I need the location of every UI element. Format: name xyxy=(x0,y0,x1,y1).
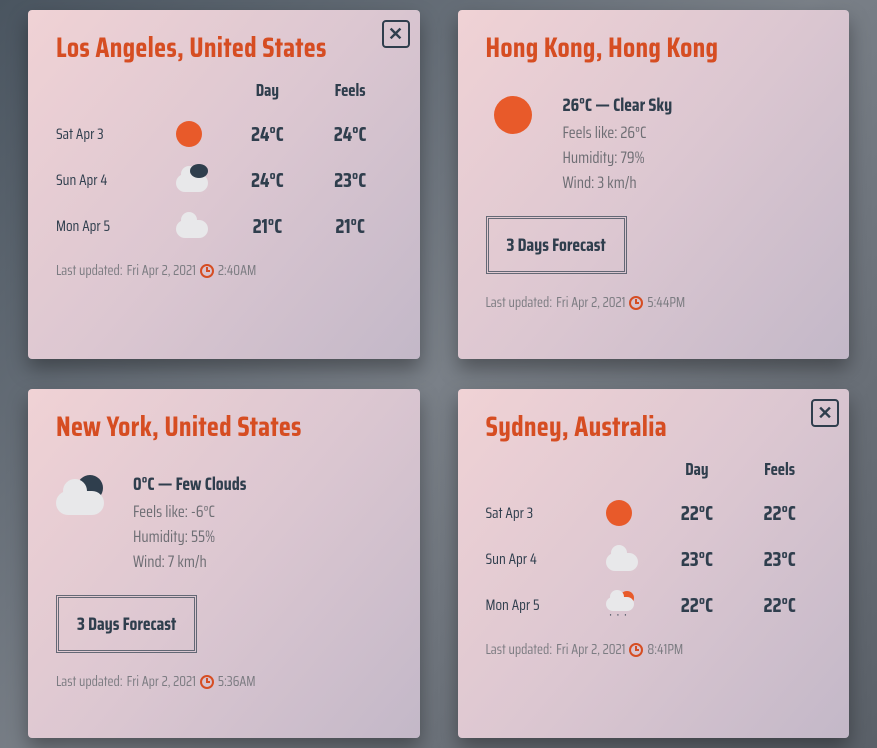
forecast-header: Day Feels xyxy=(486,457,822,483)
close-button[interactable]: ✕ xyxy=(382,20,410,48)
forecast-row: Mon Apr 5 21°C 21°C xyxy=(56,210,392,242)
forecast-temp-day: 23°C xyxy=(656,543,739,575)
forecast-date: Sat Apr 3 xyxy=(56,122,176,146)
forecast-temp-feels: 21°C xyxy=(309,210,392,242)
clock-icon xyxy=(200,264,214,278)
current-headline: 0°C — Few Clouds xyxy=(133,471,246,499)
forecast-temp-feels: 23°C xyxy=(738,543,821,575)
col-day-label: Day xyxy=(656,457,739,483)
forecast-row: Sat Apr 3 22°C 22°C xyxy=(486,497,822,529)
last-updated: Last updated: Fri Apr 2, 2021 8:41PM xyxy=(486,639,822,661)
forecast-date: Mon Apr 5 xyxy=(56,214,176,238)
current-weather: 26°C — Clear Sky Feels like: 26°C Humidi… xyxy=(486,92,822,196)
city-title: Hong Kong, Hong Kong xyxy=(486,32,822,64)
current-wind: Wind: 3 km/h xyxy=(563,172,673,197)
sun-icon xyxy=(176,121,202,147)
sun-icon xyxy=(494,96,532,134)
city-title: Sydney, Australia xyxy=(486,411,822,443)
forecast-row: Sat Apr 3 24°C 24°C xyxy=(56,118,392,150)
weather-card-new-york: New York, United States 0°C — Few Clouds… xyxy=(28,389,420,738)
cloud-icon xyxy=(176,220,208,238)
col-day-label: Day xyxy=(226,78,309,104)
forecast-temp-day: 22°C xyxy=(656,497,739,529)
forecast-button[interactable]: 3 Days Forecast xyxy=(56,595,197,653)
last-updated: Last updated: Fri Apr 2, 2021 2:40AM xyxy=(56,260,392,282)
few-clouds-icon xyxy=(56,475,111,515)
close-icon: ✕ xyxy=(817,404,832,422)
close-icon: ✕ xyxy=(388,25,403,43)
col-feels-label: Feels xyxy=(738,457,821,483)
weather-card-sydney: ✕ Sydney, Australia Day Feels Sat Apr 3 … xyxy=(458,389,850,738)
forecast-row: Sun Apr 4 23°C 23°C xyxy=(486,543,822,575)
current-humidity: Humidity: 79% xyxy=(563,147,673,172)
current-wind: Wind: 7 km/h xyxy=(133,551,246,576)
forecast-row: Mon Apr 5 • • • 22°C 22°C xyxy=(486,589,822,621)
forecast-temp-feels: 22°C xyxy=(738,497,821,529)
col-feels-label: Feels xyxy=(309,78,392,104)
cloud-icon xyxy=(606,553,638,571)
sun-icon xyxy=(606,500,632,526)
weather-card-hong-kong: Hong Kong, Hong Kong 26°C — Clear Sky Fe… xyxy=(458,10,850,359)
cloud-dark-icon xyxy=(176,174,208,192)
current-feels: Feels like: -6°C xyxy=(133,501,246,526)
forecast-temp-feels: 24°C xyxy=(309,118,392,150)
last-updated: Last updated: Fri Apr 2, 2021 5:44PM xyxy=(486,292,822,314)
forecast-temp-feels: 22°C xyxy=(738,589,821,621)
forecast-date: Sun Apr 4 xyxy=(486,547,606,571)
forecast-temp-day: 24°C xyxy=(226,164,309,196)
snow-icon: • • • xyxy=(606,591,638,619)
forecast-date: Sun Apr 4 xyxy=(56,168,176,192)
clock-icon xyxy=(629,296,643,310)
current-feels: Feels like: 26°C xyxy=(563,122,673,147)
forecast-row: Sun Apr 4 24°C 23°C xyxy=(56,164,392,196)
forecast-header: Day Feels xyxy=(56,78,392,104)
current-humidity: Humidity: 55% xyxy=(133,526,246,551)
forecast-date: Sat Apr 3 xyxy=(486,501,606,525)
weather-card-los-angeles: ✕ Los Angeles, United States Day Feels S… xyxy=(28,10,420,359)
close-button[interactable]: ✕ xyxy=(811,399,839,427)
forecast-temp-day: 22°C xyxy=(656,589,739,621)
forecast-temp-day: 21°C xyxy=(226,210,309,242)
last-updated: Last updated: Fri Apr 2, 2021 5:36AM xyxy=(56,671,392,693)
forecast-date: Mon Apr 5 xyxy=(486,593,606,617)
city-title: New York, United States xyxy=(56,411,392,443)
forecast-temp-feels: 23°C xyxy=(309,164,392,196)
current-headline: 26°C — Clear Sky xyxy=(563,92,673,120)
forecast-button[interactable]: 3 Days Forecast xyxy=(486,216,627,274)
forecast-temp-day: 24°C xyxy=(226,118,309,150)
clock-icon xyxy=(200,675,214,689)
city-title: Los Angeles, United States xyxy=(56,32,392,64)
current-weather: 0°C — Few Clouds Feels like: -6°C Humidi… xyxy=(56,471,392,575)
clock-icon xyxy=(629,643,643,657)
